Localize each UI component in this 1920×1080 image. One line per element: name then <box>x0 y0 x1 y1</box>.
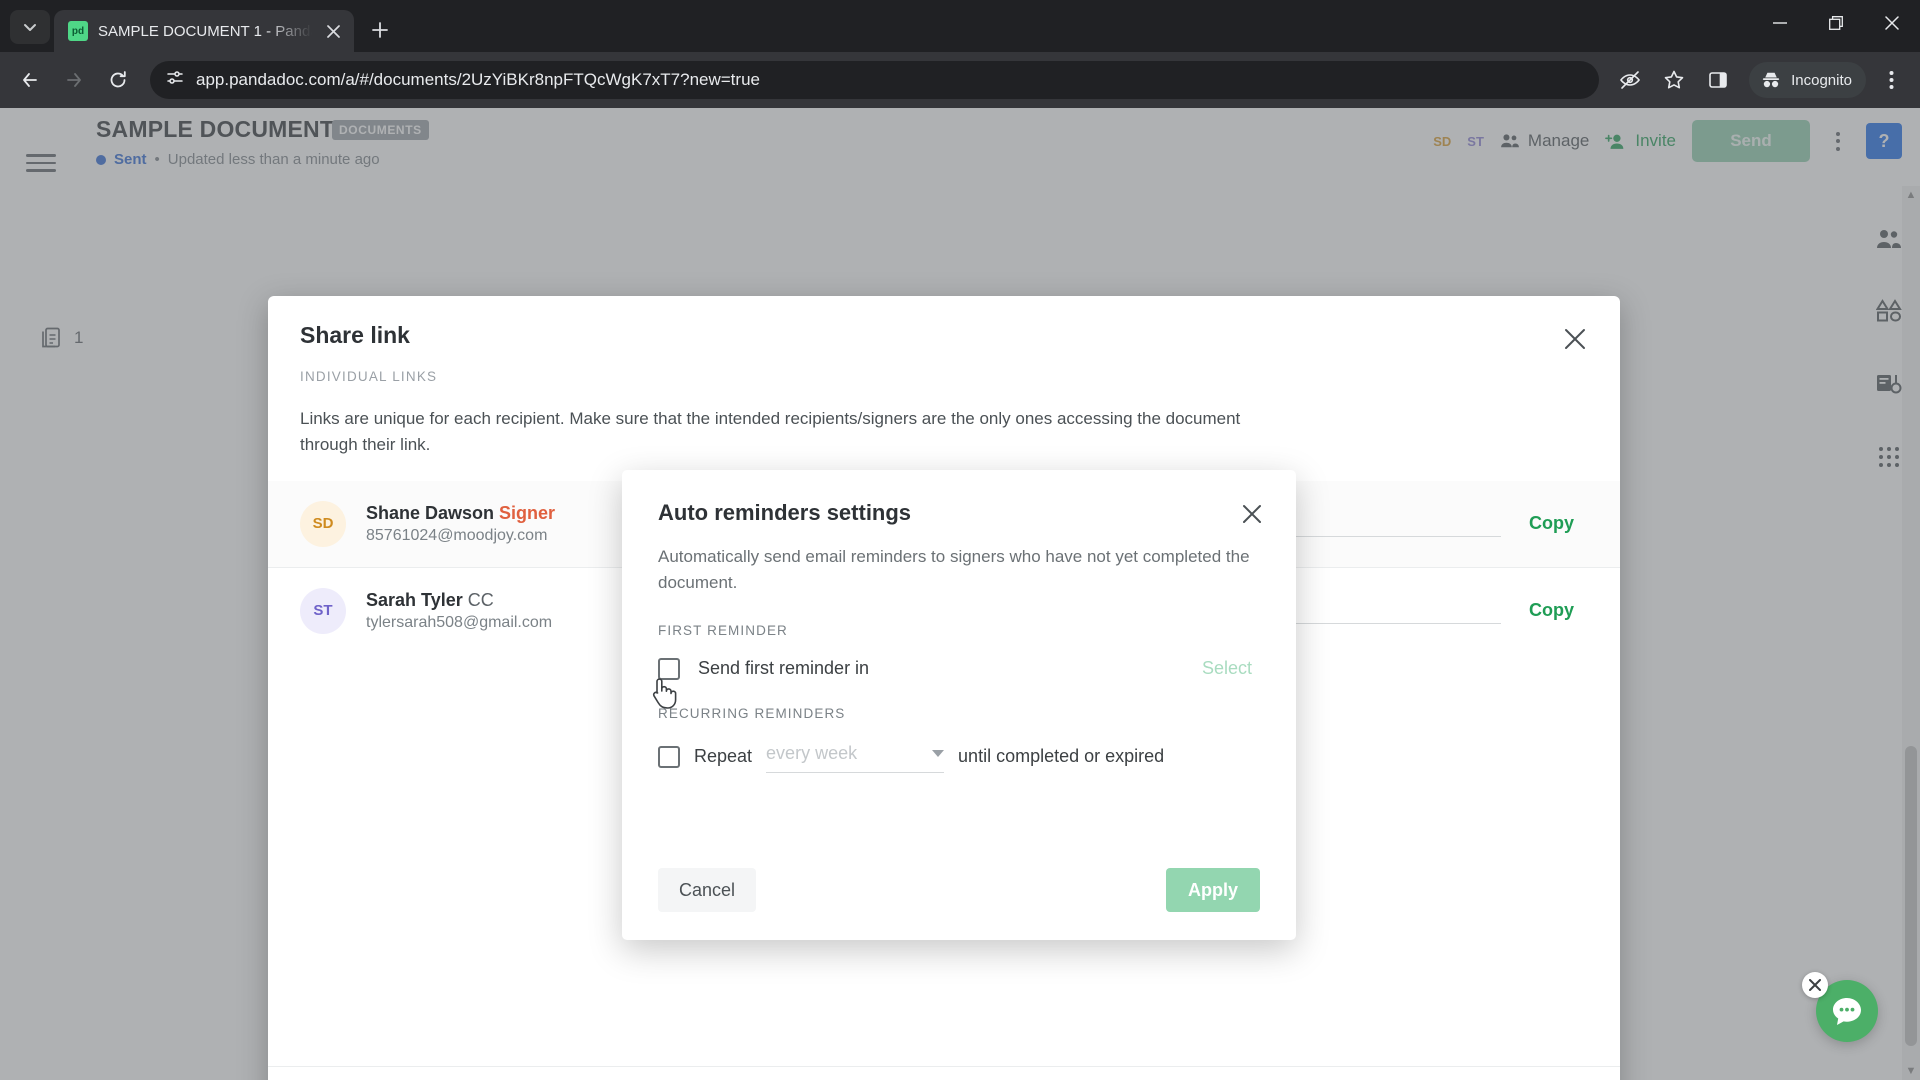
close-icon[interactable] <box>322 20 344 42</box>
pandadoc-favicon-icon: pd <box>68 21 88 41</box>
share-link-title: Share link <box>300 322 410 348</box>
share-link-description: Links are unique for each recipient. Mak… <box>300 409 1241 455</box>
three-dot-menu-icon[interactable] <box>1872 61 1910 99</box>
address-bar[interactable]: app.pandadoc.com/a/#/documents/2UzYiBKr8… <box>150 61 1600 99</box>
repeat-row: Repeat every week until completed or exp… <box>658 741 1260 773</box>
window-controls <box>1752 0 1920 46</box>
back-button[interactable] <box>10 60 50 100</box>
send-first-reminder-label: Send first reminder in <box>698 658 870 679</box>
url-text: app.pandadoc.com/a/#/documents/2UzYiBKr8… <box>196 70 760 89</box>
recipient-role: Signer <box>499 502 556 523</box>
repeat-tail-label: until completed or expired <box>958 746 1165 767</box>
toolbar-actions: Incognito <box>1611 61 1910 99</box>
reload-button[interactable] <box>98 60 138 100</box>
first-reminder-label: FIRST REMINDER <box>658 622 788 638</box>
chat-bubble-icon <box>1833 998 1861 1025</box>
send-first-reminder-checkbox[interactable] <box>658 657 680 680</box>
tab-search-button[interactable] <box>10 10 50 44</box>
repeat-interval-value: every week <box>766 742 858 763</box>
recipient-role: CC <box>467 589 494 610</box>
incognito-icon <box>1763 72 1780 88</box>
recipient-name-text: Sarah Tyler <box>366 589 463 610</box>
star-icon[interactable] <box>1655 61 1693 99</box>
minimize-button[interactable] <box>1752 0 1808 46</box>
browser-toolbar: app.pandadoc.com/a/#/documents/2UzYiBKr8… <box>0 52 1920 108</box>
incognito-label: Incognito <box>1791 71 1852 89</box>
auto-reminders-title: Auto reminders settings <box>658 500 912 525</box>
maximize-button[interactable] <box>1808 0 1864 46</box>
close-icon[interactable] <box>1236 498 1268 530</box>
recipient-name-text: Shane Dawson <box>366 502 495 523</box>
recurring-reminders-label: RECURRING REMINDERS <box>658 705 846 721</box>
tab-strip: pd SAMPLE DOCUMENT 1 - Panda <box>0 0 1920 52</box>
browser-window: pd SAMPLE DOCUMENT 1 - Panda app.pandado… <box>0 0 1920 1080</box>
first-reminder-row: Send first reminder in Select <box>658 657 1260 680</box>
auto-reminders-actions: Cancel Apply <box>658 868 1260 912</box>
share-link-header: Share link INDIVIDUAL LINKS Links are un… <box>268 296 1620 459</box>
side-panel-icon[interactable] <box>1699 61 1737 99</box>
page-viewport: SAMPLE DOCUMENT 1 DOCUMENTS Sent • Updat… <box>0 108 1920 1080</box>
avatar: SD <box>300 500 346 547</box>
repeat-checkbox[interactable] <box>658 745 680 768</box>
close-chat-widget-button[interactable] <box>1802 972 1828 998</box>
chevron-down-icon <box>932 749 945 757</box>
auto-reminders-description: Automatically send email reminders to si… <box>658 547 1250 593</box>
avatar: ST <box>300 587 346 634</box>
eye-slash-icon[interactable] <box>1611 61 1649 99</box>
repeat-interval-select[interactable]: every week <box>766 741 945 773</box>
cancel-button[interactable]: Cancel <box>658 868 756 912</box>
incognito-indicator[interactable]: Incognito <box>1749 62 1866 98</box>
copy-link-button[interactable]: Copy <box>1529 513 1588 534</box>
repeat-label: Repeat <box>694 746 753 767</box>
forward-button[interactable] <box>54 60 94 100</box>
site-settings-icon[interactable] <box>166 69 184 92</box>
close-icon[interactable] <box>1558 322 1592 356</box>
tab-title: SAMPLE DOCUMENT 1 - Panda <box>98 22 312 40</box>
individual-links-label: INDIVIDUAL LINKS <box>300 369 438 384</box>
copy-link-button[interactable]: Copy <box>1529 600 1588 621</box>
browser-tab[interactable]: pd SAMPLE DOCUMENT 1 - Panda <box>54 10 354 52</box>
share-link-footer: Expiration Reminders Forwarding Suggesti… <box>268 1066 1620 1080</box>
reminder-delay-select[interactable]: Select <box>1202 658 1260 679</box>
new-tab-button[interactable] <box>362 12 398 48</box>
auto-reminders-dialog: Auto reminders settings Automatically se… <box>622 470 1296 940</box>
apply-button[interactable]: Apply <box>1166 868 1260 912</box>
close-window-button[interactable] <box>1864 0 1920 46</box>
